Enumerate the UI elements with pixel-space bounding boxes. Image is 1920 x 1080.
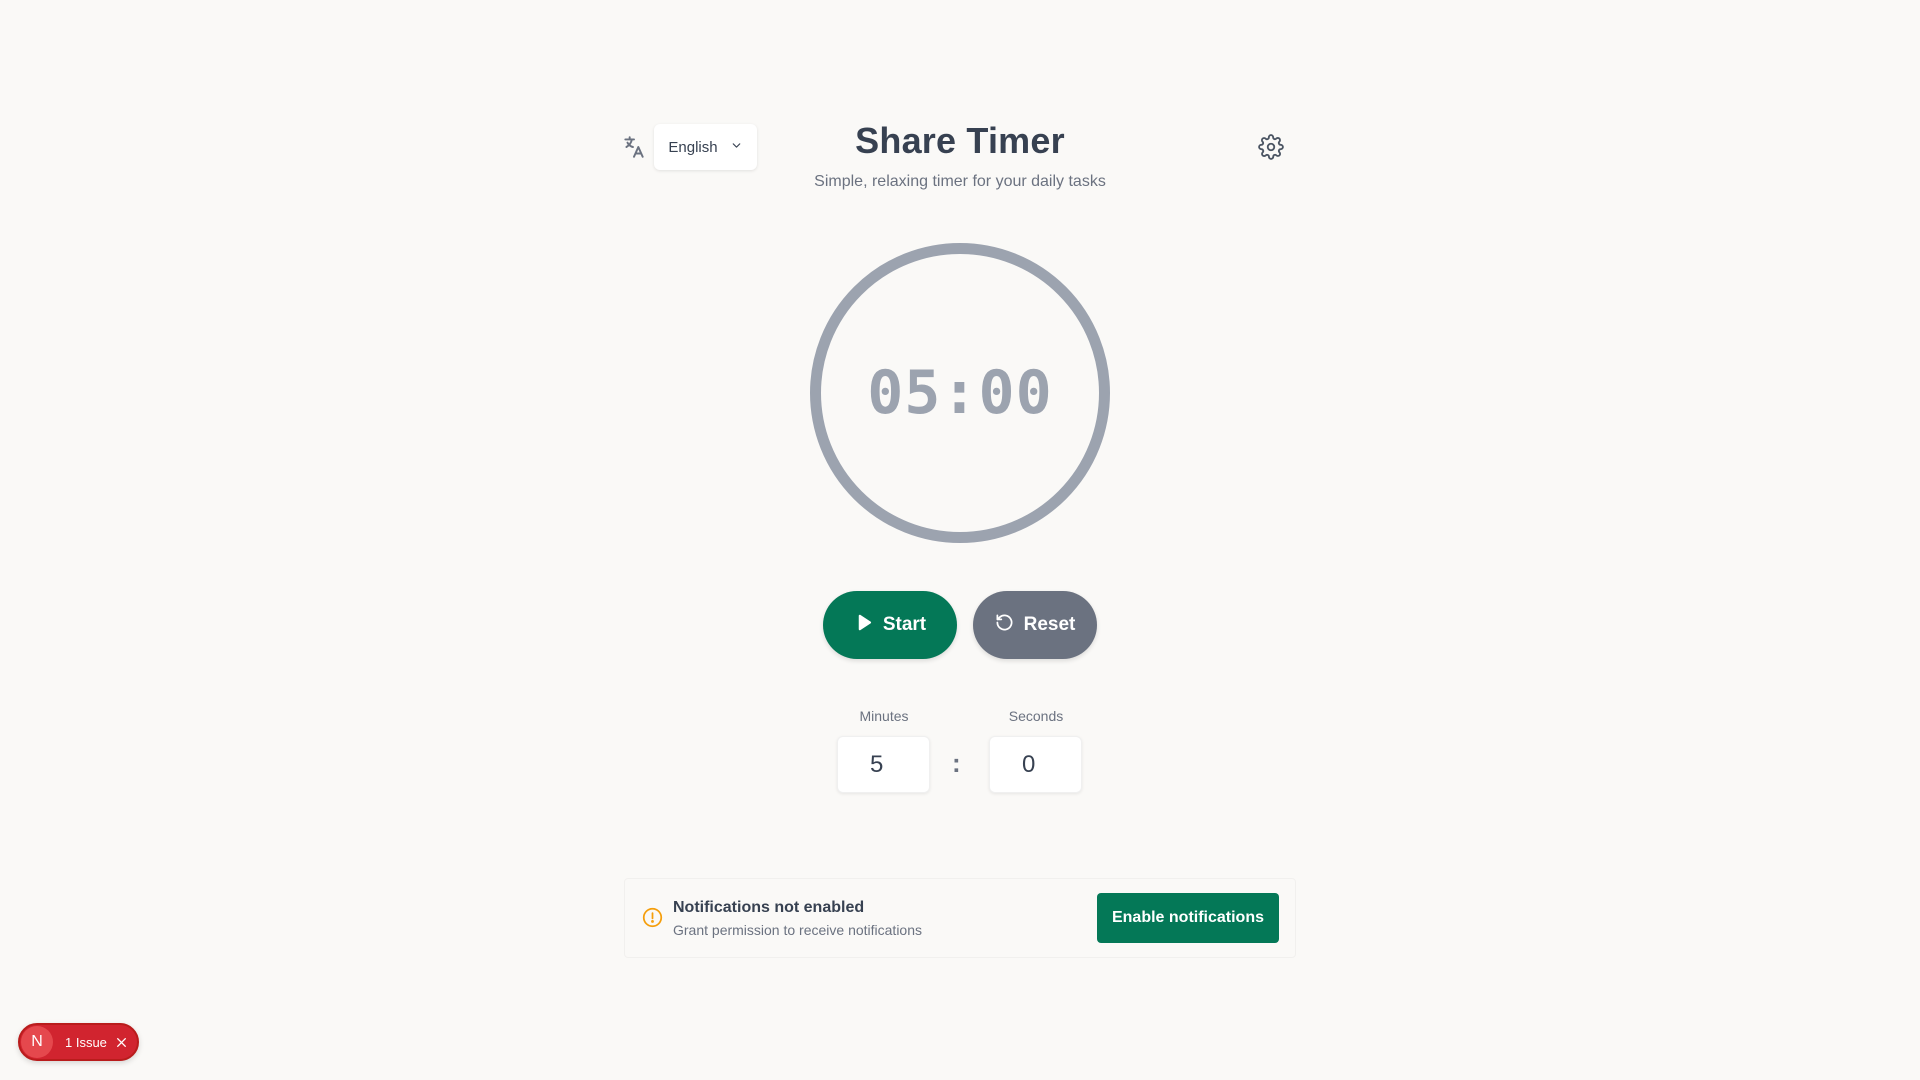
minutes-input[interactable]: [837, 736, 930, 793]
seconds-label: Seconds: [1008, 708, 1064, 724]
language-select[interactable]: English: [654, 124, 757, 170]
reset-icon: [995, 613, 1014, 638]
gear-icon[interactable]: [1258, 134, 1284, 160]
translate-icon: [621, 134, 647, 160]
page-subtitle: Simple, relaxing timer for your daily ta…: [814, 173, 1106, 190]
enable-notifications-button[interactable]: Enable notifications: [1097, 893, 1279, 943]
close-icon[interactable]: [115, 1036, 128, 1049]
start-button[interactable]: Start: [823, 591, 957, 659]
page-title: Share Timer: [855, 120, 1065, 161]
time-separator: :: [952, 748, 961, 778]
issues-count: 1 Issue: [65, 1034, 107, 1050]
timer-ring: 05:00: [810, 243, 1110, 543]
timer-page: English Share Timer Simple, relaxing tim…: [0, 0, 1920, 1080]
chevron-down-icon: [730, 139, 743, 156]
reset-button-label: Reset: [1023, 614, 1076, 635]
notification-title: Notifications not enabled: [673, 899, 865, 916]
reset-button[interactable]: Reset: [973, 591, 1097, 659]
notification-banner: Notifications not enabled Grant permissi…: [624, 878, 1296, 958]
minutes-label: Minutes: [859, 708, 909, 724]
language-select-value: English: [668, 138, 718, 156]
notification-description: Grant permission to receive notification…: [673, 922, 922, 938]
warning-icon: [642, 907, 663, 928]
issues-badge[interactable]: N 1 Issue: [18, 1023, 139, 1061]
play-icon: [854, 613, 873, 638]
timer-display: 05:00: [867, 358, 1053, 428]
seconds-input[interactable]: [989, 736, 1082, 793]
next-logo-icon: N: [21, 1026, 53, 1058]
start-button-label: Start: [882, 614, 927, 635]
